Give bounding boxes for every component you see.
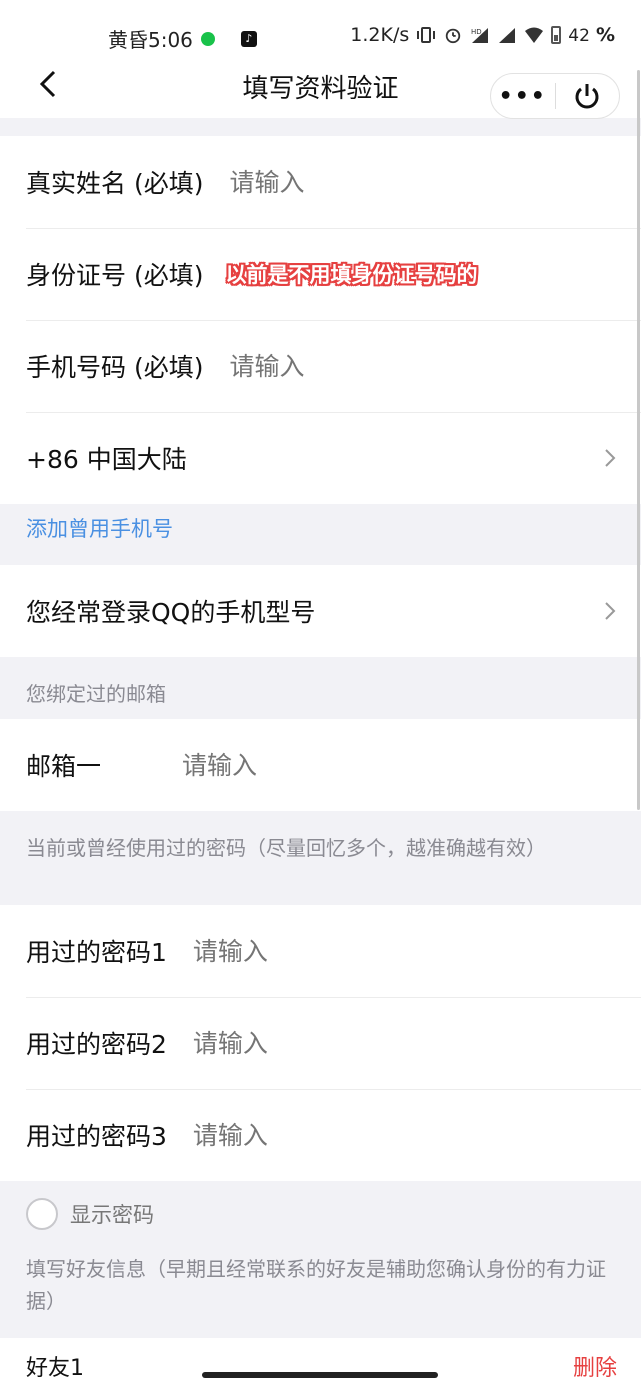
password-group: 用过的密码1 用过的密码2 用过的密码3 (0, 905, 641, 1181)
vibrate-icon (417, 27, 436, 43)
battery-icon (551, 26, 562, 44)
signal-hd-icon: HD (471, 28, 489, 43)
email-label: 邮箱一 (26, 752, 102, 781)
battery-level: 42 % (568, 24, 615, 46)
power-icon (575, 84, 599, 109)
home-indicator[interactable] (202, 1372, 438, 1378)
id-annotation: 以前是不用填身份证号码的 (225, 263, 478, 287)
password-input-3[interactable] (192, 1120, 393, 1150)
real-name-row: 真实姓名 (必填) (0, 136, 641, 228)
password-row-2: 用过的密码2 (0, 997, 641, 1089)
show-password-toggle[interactable]: 显示密码 (26, 1198, 154, 1230)
show-password-checkbox[interactable] (26, 1198, 58, 1230)
close-button[interactable] (556, 81, 620, 111)
region-row[interactable]: +86 中国大陆 (0, 412, 641, 504)
password-input-2[interactable] (192, 1028, 393, 1058)
chevron-right-icon (605, 449, 616, 467)
show-password-label: 显示密码 (70, 1203, 154, 1227)
status-time: 黄昏5:06 (108, 28, 193, 52)
password-label-1: 用过的密码1 (26, 938, 167, 967)
add-old-phone-link[interactable]: 添加曾用手机号 (26, 513, 173, 545)
chevron-right-icon (605, 602, 616, 620)
friend-1-label: 好友1 (26, 1356, 84, 1381)
password-row-1: 用过的密码1 (0, 905, 641, 997)
phone-input[interactable] (229, 351, 430, 381)
identity-group: 真实姓名 (必填) 身份证号 (必填) 以前是不用填身份证号码的 手机号码 (必… (0, 136, 641, 504)
status-left: 黄昏5:06 ♪ (108, 24, 257, 53)
email-section-header: 您绑定过的邮箱 (26, 682, 166, 706)
password-label-2: 用过的密码2 (26, 1030, 167, 1059)
friend-section-header: 填写好友信息（早期且经常联系的好友是辅助您确认身份的有力证据） (26, 1257, 606, 1313)
device-model-label: 您经常登录QQ的手机型号 (26, 598, 316, 627)
wifi-icon (525, 27, 544, 43)
real-name-label: 真实姓名 (必填) (26, 169, 204, 198)
alarm-icon (446, 28, 461, 44)
delete-friend-button[interactable]: 删除 (573, 1350, 617, 1382)
mini-program-capsule: ••• (490, 73, 620, 119)
region-label: +86 中国大陆 (26, 445, 187, 474)
net-speed: 1.2K/s (350, 24, 410, 46)
status-right: 1.2K/s HD 42 % (350, 24, 615, 46)
password-label-3: 用过的密码3 (26, 1122, 167, 1151)
password-row-3: 用过的密码3 (0, 1089, 641, 1181)
phone-label: 手机号码 (必填) (26, 353, 204, 382)
real-name-input[interactable] (229, 167, 430, 197)
device-group: 您经常登录QQ的手机型号 (0, 565, 641, 657)
phone-row: 手机号码 (必填) (0, 320, 641, 412)
scrollbar[interactable] (637, 70, 640, 810)
password-input-1[interactable] (192, 936, 393, 966)
email-row: 邮箱一 (0, 719, 641, 811)
tiktok-icon: ♪ (240, 30, 257, 47)
id-number-label: 身份证号 (必填) (26, 261, 204, 290)
svg-text:HD: HD (471, 28, 482, 36)
device-model-row[interactable]: 您经常登录QQ的手机型号 (0, 565, 641, 657)
more-button[interactable]: ••• (491, 84, 555, 109)
wechat-icon (200, 31, 215, 46)
signal-icon (499, 28, 516, 43)
friend-1-header: 好友1 删除 (0, 1338, 641, 1389)
id-number-row: 身份证号 (必填) 以前是不用填身份证号码的 (0, 228, 641, 320)
password-section-header: 当前或曾经使用过的密码（尽量回忆多个，越准确越有效） (26, 836, 546, 860)
nav-bar: 填写资料验证 ••• (0, 56, 641, 119)
email-input[interactable] (182, 750, 382, 780)
email-group: 邮箱一 (0, 719, 641, 811)
